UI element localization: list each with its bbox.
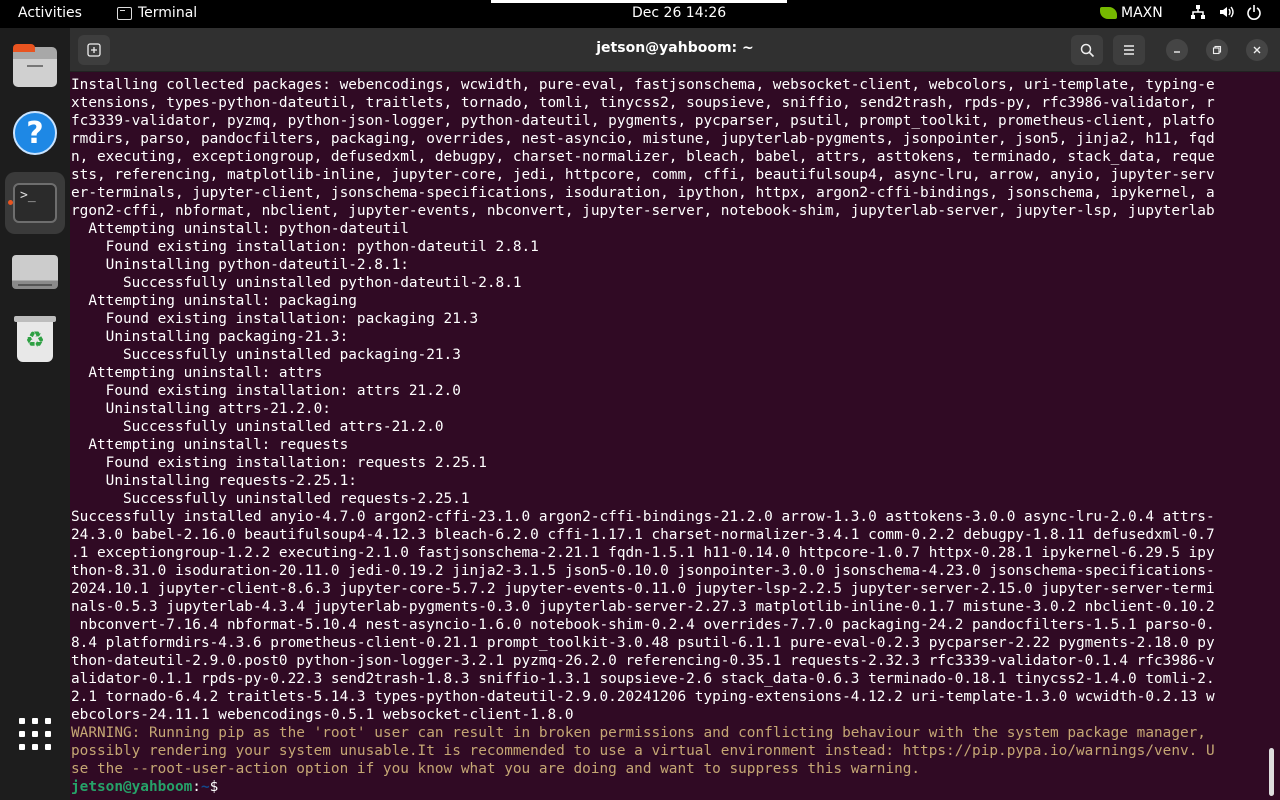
menu-button[interactable]	[1113, 35, 1145, 65]
restore-icon	[1212, 45, 1222, 55]
minimize-icon	[1174, 51, 1180, 53]
terminal-line: Attempting uninstall: requests	[71, 437, 349, 453]
terminal-line: Uninstalling packaging-21.3:	[71, 329, 349, 345]
terminal-output[interactable]: Installing collected packages: webencodi…	[71, 76, 1261, 798]
terminal-line: Attempting uninstall: attrs	[71, 365, 323, 381]
terminal-line: nals-0.5.3 jupyterlab-4.3.4 jupyterlab-p…	[71, 599, 1215, 615]
nvidia-icon	[1100, 7, 1117, 19]
system-status-area[interactable]	[1190, 4, 1262, 20]
warning-line: se the --root-user-action option if you …	[71, 761, 921, 777]
terminal-window: jetson@yahboom: ~ Installing collected p…	[70, 28, 1280, 800]
help-icon: ?	[13, 111, 57, 155]
terminal-line: Found existing installation: python-date…	[71, 239, 539, 255]
dock-drive[interactable]	[5, 241, 65, 303]
terminal-line: Successfully uninstalled attrs-21.2.0	[71, 419, 444, 435]
activities-button[interactable]: Activities	[18, 5, 82, 21]
terminal-line: Successfully uninstalled requests-2.25.1	[71, 491, 470, 507]
terminal-line: rgon2-cffi, nbformat, nbclient, jupyter-…	[71, 203, 1215, 219]
hamburger-icon	[1124, 45, 1134, 55]
dock-trash[interactable]: ♻	[5, 309, 65, 371]
power-icon	[1246, 4, 1262, 20]
warning-line: possibly rendering your system unusable.…	[71, 743, 1215, 759]
prompt-user: jetson@yahboom	[71, 779, 193, 795]
clock[interactable]: Dec 26 14:26	[632, 5, 726, 21]
scrollbar[interactable]	[1269, 748, 1274, 796]
close-button[interactable]	[1246, 39, 1268, 61]
terminal-line: Successfully installed anyio-4.7.0 argon…	[71, 509, 1215, 525]
terminal-line: 2024.10.1 jupyter-client-8.6.3 jupyter-c…	[71, 581, 1215, 597]
top-bar: Activities Terminal Dec 26 14:26 MAXN	[0, 0, 1280, 28]
power-mode-indicator[interactable]: MAXN	[1100, 5, 1163, 21]
terminal-line: fc3339-validator, pyzmq, python-json-log…	[71, 113, 1215, 129]
terminal-line: Found existing installation: packaging 2…	[71, 311, 479, 327]
terminal-line: Attempting uninstall: packaging	[71, 293, 357, 309]
terminal-icon	[117, 6, 132, 20]
drive-icon	[12, 255, 58, 289]
terminal-line: Successfully uninstalled python-dateutil…	[71, 275, 522, 291]
title-bar: jetson@yahboom: ~	[70, 28, 1280, 72]
running-indicator	[8, 200, 13, 205]
terminal-line: thon-8.31.0 isoduration-20.11.0 jedi-0.1…	[71, 563, 1215, 579]
terminal-line: Uninstalling attrs-21.2.0:	[71, 401, 331, 417]
terminal-line: Successfully uninstalled packaging-21.3	[71, 347, 461, 363]
terminal-line: 8.4 platformdirs-4.3.6 prometheus-client…	[71, 635, 1215, 651]
maximize-button[interactable]	[1206, 39, 1228, 61]
terminal-line: 24.3.0 babel-2.16.0 beautifulsoup4-4.12.…	[71, 527, 1215, 543]
terminal-line: Uninstalling python-dateutil-2.8.1:	[71, 257, 409, 273]
terminal-line: Installing collected packages: webencodi…	[71, 77, 1215, 93]
terminal-line: alidator-0.1.1 rpds-py-0.22.3 send2trash…	[71, 671, 1215, 687]
dock: ? >_ ♻	[0, 28, 70, 800]
terminal-line: Found existing installation: attrs 21.2.…	[71, 383, 461, 399]
terminal-line: er-terminals, jupyter-client, jsonschema…	[71, 185, 1215, 201]
terminal-line: Found existing installation: requests 2.…	[71, 455, 487, 471]
prompt-symbol: $	[209, 779, 219, 795]
search-icon	[1080, 43, 1094, 57]
network-icon	[1190, 4, 1206, 20]
minimize-button[interactable]	[1166, 39, 1188, 61]
terminal-app-icon: >_	[13, 183, 57, 223]
terminal-line: nbconvert-7.16.4 nbformat-5.10.4 nest-as…	[71, 617, 1215, 633]
terminal-line: Uninstalling requests-2.25.1:	[71, 473, 357, 489]
terminal-line: 2.1 tornado-6.4.2 traitlets-5.14.3 types…	[71, 689, 1215, 705]
terminal-line: sts, referencing, matplotlib-inline, jup…	[71, 167, 1215, 183]
terminal-line: .1 exceptiongroup-1.2.2 executing-2.1.0 …	[71, 545, 1215, 561]
dock-terminal[interactable]: >_	[5, 172, 65, 234]
terminal-line: rmdirs, parso, pandocfilters, packaging,…	[71, 131, 1215, 147]
files-icon	[13, 44, 57, 87]
search-button[interactable]	[1071, 35, 1103, 65]
prompt-path: ~	[200, 779, 210, 795]
screen-edge-strip	[491, 0, 787, 3]
terminal-line: ebcolors-24.11.1 webencodings-0.5.1 webs…	[71, 707, 574, 723]
shell-prompt[interactable]: jetson@yahboom:~$	[71, 778, 1261, 796]
trash-icon: ♻	[14, 316, 56, 362]
terminal-line: Attempting uninstall: python-dateutil	[71, 221, 409, 237]
app-name: Terminal	[138, 5, 198, 21]
close-icon	[1253, 46, 1261, 54]
show-apps-icon[interactable]	[19, 718, 51, 750]
prompt-separator: :	[192, 779, 201, 795]
terminal-line: n, executing, exceptiongroup, defusedxml…	[71, 149, 1215, 165]
dock-files[interactable]	[5, 36, 65, 98]
power-mode-label: MAXN	[1121, 5, 1163, 21]
volume-icon	[1218, 4, 1234, 20]
terminal-line: xtensions, types-python-dateutil, traitl…	[71, 95, 1215, 111]
app-menu[interactable]: Terminal	[117, 5, 197, 21]
dock-help[interactable]: ?	[5, 102, 65, 164]
terminal-line: thon-dateutil-2.9.0.post0 python-json-lo…	[71, 653, 1215, 669]
warning-line: WARNING: Running pip as the 'root' user …	[71, 725, 1206, 741]
